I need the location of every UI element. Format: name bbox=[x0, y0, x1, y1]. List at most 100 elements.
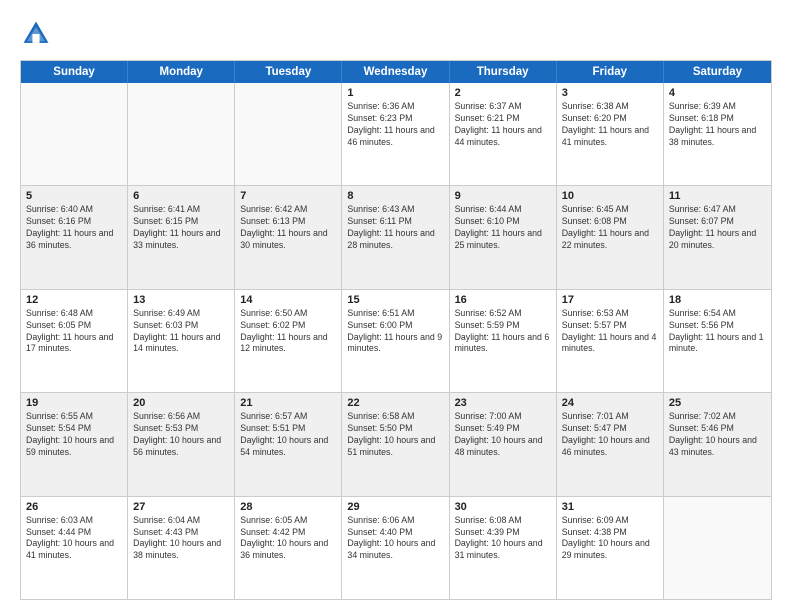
day-cell-15: 15 Sunrise: 6:51 AM Sunset: 6:00 PM Dayli… bbox=[342, 290, 449, 392]
day-number: 9 bbox=[455, 190, 551, 202]
day-number: 10 bbox=[562, 190, 658, 202]
day-number: 4 bbox=[669, 87, 766, 99]
day-number: 15 bbox=[347, 294, 443, 306]
calendar-row-3: 19 Sunrise: 6:55 AM Sunset: 5:54 PM Dayli… bbox=[21, 392, 771, 495]
day-number: 29 bbox=[347, 501, 443, 513]
day-cell-31: 31 Sunrise: 6:09 AM Sunset: 4:38 PM Dayli… bbox=[557, 497, 664, 599]
day-number: 7 bbox=[240, 190, 336, 202]
day-cell-1: 1 Sunrise: 6:36 AM Sunset: 6:23 PM Daylig… bbox=[342, 83, 449, 185]
logo-icon bbox=[20, 18, 52, 50]
day-cell-13: 13Sunrise: 6:49 AM Sunset: 6:03 PM Dayli… bbox=[128, 290, 235, 392]
day-info: Sunrise: 6:57 AM Sunset: 5:51 PM Dayligh… bbox=[240, 411, 336, 459]
day-info: Sunrise: 6:43 AM Sunset: 6:11 PM Dayligh… bbox=[347, 204, 443, 252]
day-number: 27 bbox=[133, 501, 229, 513]
day-info: Sunrise: 6:05 AM Sunset: 4:42 PM Dayligh… bbox=[240, 515, 336, 563]
day-number: 3 bbox=[562, 87, 658, 99]
empty-cell-r4c6 bbox=[664, 497, 771, 599]
header-day-monday: Monday bbox=[128, 61, 235, 83]
header-day-wednesday: Wednesday bbox=[342, 61, 449, 83]
day-cell-16: 16 Sunrise: 6:52 AM Sunset: 5:59 PM Dayli… bbox=[450, 290, 557, 392]
day-info: Sunrise: 6:54 AM Sunset: 5:56 PM Dayligh… bbox=[669, 308, 766, 356]
calendar-row-0: 1 Sunrise: 6:36 AM Sunset: 6:23 PM Daylig… bbox=[21, 83, 771, 185]
day-cell-25: 25 Sunrise: 7:02 AM Sunset: 5:46 PM Dayli… bbox=[664, 393, 771, 495]
day-info: Sunrise: 6:38 AM Sunset: 6:20 PM Dayligh… bbox=[562, 101, 658, 149]
day-cell-30: 30 Sunrise: 6:08 AM Sunset: 4:39 PM Dayli… bbox=[450, 497, 557, 599]
day-cell-20: 20Sunrise: 6:56 AM Sunset: 5:53 PM Dayli… bbox=[128, 393, 235, 495]
day-cell-2: 2Sunrise: 6:37 AM Sunset: 6:21 PM Daylig… bbox=[450, 83, 557, 185]
calendar: SundayMondayTuesdayWednesdayThursdayFrid… bbox=[20, 60, 772, 600]
day-cell-7: 7 Sunrise: 6:42 AM Sunset: 6:13 PM Daylig… bbox=[235, 186, 342, 288]
day-info: Sunrise: 6:52 AM Sunset: 5:59 PM Dayligh… bbox=[455, 308, 551, 356]
day-number: 19 bbox=[26, 397, 122, 409]
day-cell-24: 24Sunrise: 7:01 AM Sunset: 5:47 PM Dayli… bbox=[557, 393, 664, 495]
page: SundayMondayTuesdayWednesdayThursdayFrid… bbox=[0, 0, 792, 612]
day-cell-3: 3 Sunrise: 6:38 AM Sunset: 6:20 PM Daylig… bbox=[557, 83, 664, 185]
day-cell-14: 14 Sunrise: 6:50 AM Sunset: 6:02 PM Dayli… bbox=[235, 290, 342, 392]
day-number: 25 bbox=[669, 397, 766, 409]
day-number: 17 bbox=[562, 294, 658, 306]
day-info: Sunrise: 6:48 AM Sunset: 6:05 PM Dayligh… bbox=[26, 308, 122, 356]
day-number: 21 bbox=[240, 397, 336, 409]
calendar-row-1: 5 Sunrise: 6:40 AM Sunset: 6:16 PM Daylig… bbox=[21, 185, 771, 288]
day-number: 20 bbox=[133, 397, 229, 409]
day-info: Sunrise: 6:50 AM Sunset: 6:02 PM Dayligh… bbox=[240, 308, 336, 356]
day-info: Sunrise: 6:41 AM Sunset: 6:15 PM Dayligh… bbox=[133, 204, 229, 252]
empty-cell-r0c0 bbox=[21, 83, 128, 185]
day-cell-9: 9 Sunrise: 6:44 AM Sunset: 6:10 PM Daylig… bbox=[450, 186, 557, 288]
day-info: Sunrise: 6:51 AM Sunset: 6:00 PM Dayligh… bbox=[347, 308, 443, 356]
day-info: Sunrise: 6:53 AM Sunset: 5:57 PM Dayligh… bbox=[562, 308, 658, 356]
day-cell-8: 8 Sunrise: 6:43 AM Sunset: 6:11 PM Daylig… bbox=[342, 186, 449, 288]
day-info: Sunrise: 7:00 AM Sunset: 5:49 PM Dayligh… bbox=[455, 411, 551, 459]
day-info: Sunrise: 6:06 AM Sunset: 4:40 PM Dayligh… bbox=[347, 515, 443, 563]
day-info: Sunrise: 6:55 AM Sunset: 5:54 PM Dayligh… bbox=[26, 411, 122, 459]
day-number: 1 bbox=[347, 87, 443, 99]
calendar-row-2: 12 Sunrise: 6:48 AM Sunset: 6:05 PM Dayli… bbox=[21, 289, 771, 392]
day-info: Sunrise: 6:49 AM Sunset: 6:03 PM Dayligh… bbox=[133, 308, 229, 356]
day-info: Sunrise: 6:44 AM Sunset: 6:10 PM Dayligh… bbox=[455, 204, 551, 252]
day-number: 14 bbox=[240, 294, 336, 306]
day-info: Sunrise: 6:09 AM Sunset: 4:38 PM Dayligh… bbox=[562, 515, 658, 563]
day-number: 12 bbox=[26, 294, 122, 306]
day-number: 5 bbox=[26, 190, 122, 202]
day-info: Sunrise: 6:08 AM Sunset: 4:39 PM Dayligh… bbox=[455, 515, 551, 563]
day-number: 16 bbox=[455, 294, 551, 306]
day-number: 31 bbox=[562, 501, 658, 513]
day-cell-29: 29 Sunrise: 6:06 AM Sunset: 4:40 PM Dayli… bbox=[342, 497, 449, 599]
day-number: 28 bbox=[240, 501, 336, 513]
calendar-body: 1 Sunrise: 6:36 AM Sunset: 6:23 PM Daylig… bbox=[21, 83, 771, 599]
logo bbox=[20, 18, 56, 50]
day-cell-10: 10 Sunrise: 6:45 AM Sunset: 6:08 PM Dayli… bbox=[557, 186, 664, 288]
day-number: 11 bbox=[669, 190, 766, 202]
day-info: Sunrise: 6:40 AM Sunset: 6:16 PM Dayligh… bbox=[26, 204, 122, 252]
day-number: 8 bbox=[347, 190, 443, 202]
day-cell-4: 4 Sunrise: 6:39 AM Sunset: 6:18 PM Daylig… bbox=[664, 83, 771, 185]
day-info: Sunrise: 6:47 AM Sunset: 6:07 PM Dayligh… bbox=[669, 204, 766, 252]
day-info: Sunrise: 6:36 AM Sunset: 6:23 PM Dayligh… bbox=[347, 101, 443, 149]
day-info: Sunrise: 6:42 AM Sunset: 6:13 PM Dayligh… bbox=[240, 204, 336, 252]
header-day-tuesday: Tuesday bbox=[235, 61, 342, 83]
day-cell-17: 17 Sunrise: 6:53 AM Sunset: 5:57 PM Dayli… bbox=[557, 290, 664, 392]
header-day-saturday: Saturday bbox=[664, 61, 771, 83]
empty-cell-r0c1 bbox=[128, 83, 235, 185]
header-day-friday: Friday bbox=[557, 61, 664, 83]
header-day-sunday: Sunday bbox=[21, 61, 128, 83]
day-cell-6: 6 Sunrise: 6:41 AM Sunset: 6:15 PM Daylig… bbox=[128, 186, 235, 288]
day-cell-18: 18 Sunrise: 6:54 AM Sunset: 5:56 PM Dayli… bbox=[664, 290, 771, 392]
day-cell-22: 22Sunrise: 6:58 AM Sunset: 5:50 PM Dayli… bbox=[342, 393, 449, 495]
day-cell-12: 12 Sunrise: 6:48 AM Sunset: 6:05 PM Dayli… bbox=[21, 290, 128, 392]
day-number: 30 bbox=[455, 501, 551, 513]
day-info: Sunrise: 6:45 AM Sunset: 6:08 PM Dayligh… bbox=[562, 204, 658, 252]
day-info: Sunrise: 7:02 AM Sunset: 5:46 PM Dayligh… bbox=[669, 411, 766, 459]
day-cell-19: 19 Sunrise: 6:55 AM Sunset: 5:54 PM Dayli… bbox=[21, 393, 128, 495]
day-info: Sunrise: 6:37 AM Sunset: 6:21 PM Dayligh… bbox=[455, 101, 551, 149]
day-number: 22 bbox=[347, 397, 443, 409]
calendar-header-row: SundayMondayTuesdayWednesdayThursdayFrid… bbox=[21, 61, 771, 83]
day-info: Sunrise: 6:39 AM Sunset: 6:18 PM Dayligh… bbox=[669, 101, 766, 149]
day-cell-27: 27Sunrise: 6:04 AM Sunset: 4:43 PM Dayli… bbox=[128, 497, 235, 599]
day-cell-11: 11 Sunrise: 6:47 AM Sunset: 6:07 PM Dayli… bbox=[664, 186, 771, 288]
day-number: 18 bbox=[669, 294, 766, 306]
day-number: 6 bbox=[133, 190, 229, 202]
day-cell-23: 23Sunrise: 7:00 AM Sunset: 5:49 PM Dayli… bbox=[450, 393, 557, 495]
day-number: 26 bbox=[26, 501, 122, 513]
header-day-thursday: Thursday bbox=[450, 61, 557, 83]
